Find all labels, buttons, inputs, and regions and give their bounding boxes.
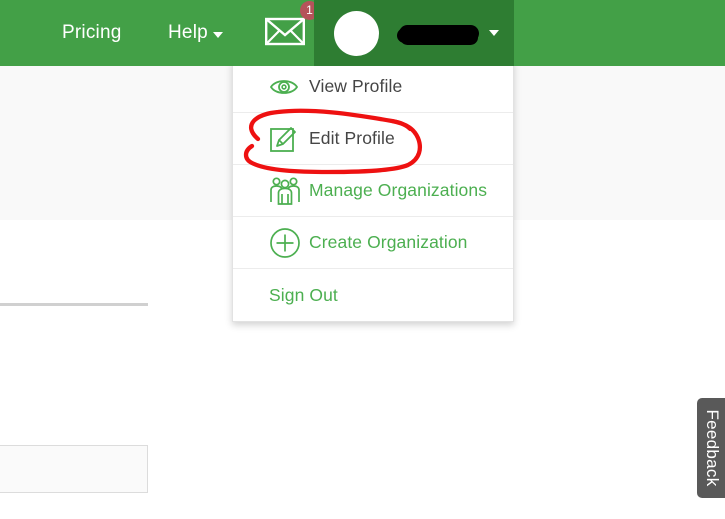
content-divider — [0, 303, 148, 306]
nav-link-help[interactable]: Help — [168, 0, 223, 66]
envelope-icon — [265, 17, 305, 50]
chevron-down-icon — [489, 30, 499, 36]
content-card — [0, 445, 148, 493]
messages-button[interactable]: 1 — [256, 0, 319, 66]
top-navbar: Pricing Help 1 — [0, 0, 725, 66]
profile-dropdown-menu: View Profile Edit Profile Manage Organiz… — [232, 61, 514, 322]
menu-item-edit-profile[interactable]: Edit Profile — [233, 113, 513, 165]
plus-circle-icon — [269, 227, 309, 259]
menu-item-create-organization-label: Create Organization — [309, 232, 468, 252]
menu-item-manage-organizations-label: Manage Organizations — [309, 180, 488, 200]
nav-link-help-label: Help — [168, 22, 208, 43]
menu-item-view-profile[interactable]: View Profile — [233, 61, 513, 113]
people-group-icon — [269, 176, 309, 206]
chevron-down-icon — [212, 32, 223, 38]
nav-link-pricing[interactable]: Pricing — [62, 0, 121, 66]
menu-item-create-organization[interactable]: Create Organization — [233, 217, 513, 269]
username-redacted — [399, 24, 479, 42]
menu-item-manage-organizations[interactable]: Manage Organizations — [233, 165, 513, 217]
menu-item-sign-out-label: Sign Out — [269, 284, 338, 305]
eye-icon — [269, 76, 309, 98]
feedback-tab-label: Feedback — [703, 409, 722, 487]
menu-item-view-profile-label: View Profile — [309, 76, 403, 96]
avatar — [334, 10, 379, 56]
nav-link-pricing-label: Pricing — [62, 22, 122, 43]
feedback-tab[interactable]: Feedback — [697, 398, 725, 498]
menu-item-edit-profile-label: Edit Profile — [309, 128, 395, 148]
pencil-square-icon — [269, 124, 309, 154]
account-menu-button[interactable] — [314, 0, 514, 66]
menu-item-sign-out[interactable]: Sign Out — [233, 269, 513, 321]
